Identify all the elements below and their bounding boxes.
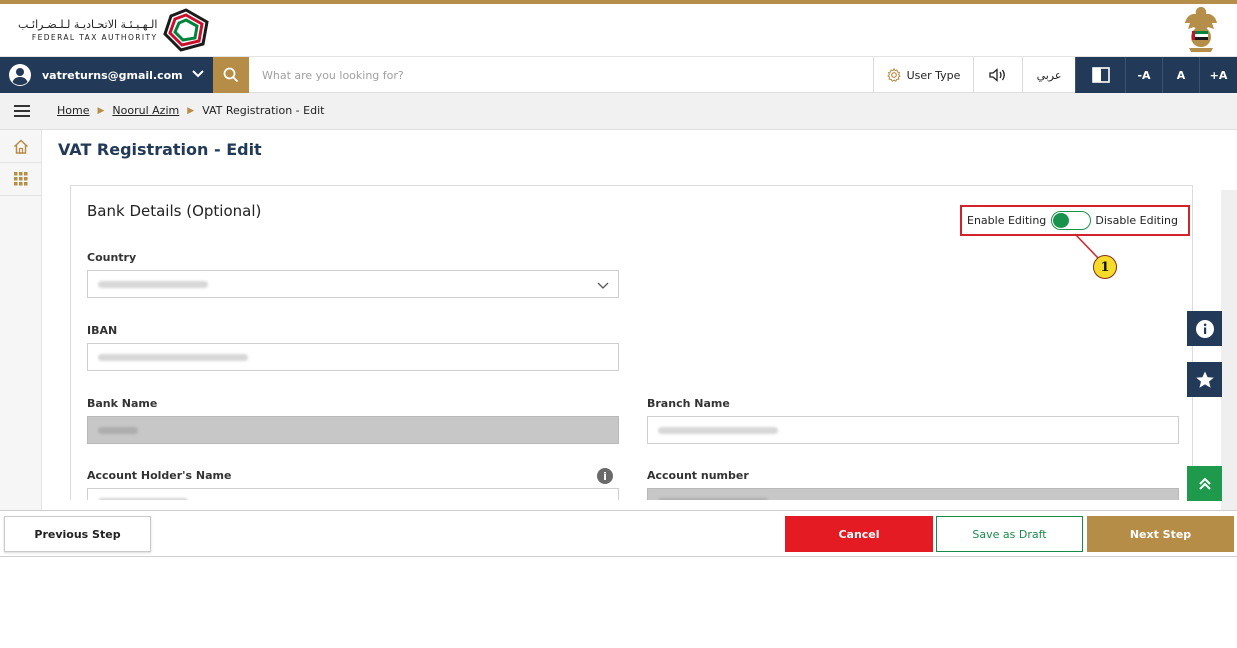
favorite-float-button[interactable] [1187,362,1222,397]
section-title: Bank Details (Optional) [87,202,262,220]
logo-english-text: FEDERAL TAX AUTHORITY [31,33,158,42]
country-select[interactable] [87,270,619,298]
info-icon[interactable]: i [597,468,613,484]
cancel-button[interactable]: Cancel [785,516,933,552]
iban-input[interactable] [87,343,619,371]
side-rail [0,130,42,510]
iban-label: IBAN [87,324,118,337]
search-button[interactable] [213,57,249,93]
country-value-redacted [98,281,208,288]
breadcrumb-separator-icon: ▶ [97,105,105,116]
action-footer: Previous Step Cancel Save as Draft Next … [0,510,1237,557]
editing-toggle-switch[interactable] [1050,211,1091,230]
language-toggle-button[interactable]: عربي [1022,57,1075,93]
account-number-value-redacted [658,498,768,500]
text-to-speech-button[interactable] [973,57,1022,93]
logo-arabic-text: الـهـيـئـة الاتحـاديـة لـلـضـرائـب [18,18,158,31]
grid-icon [14,172,28,186]
disable-editing-label: Disable Editing [1095,214,1178,227]
font-reset-label: A [1176,68,1186,82]
breadcrumb-current: VAT Registration - Edit [202,104,325,117]
search-icon [223,67,239,83]
iban-value-redacted [98,354,248,361]
font-increase-button[interactable]: +A [1199,57,1237,93]
annotation-badge: 1 [1093,255,1117,279]
page-title: VAT Registration - Edit [58,140,262,159]
contrast-toggle-button[interactable] [1075,57,1125,93]
home-icon [13,138,29,154]
hamburger-menu-icon[interactable] [14,105,30,117]
chevron-down-icon [597,282,609,289]
branch-name-input[interactable] [647,416,1179,444]
uae-emblem-icon [1185,7,1217,52]
country-label: Country [87,251,137,264]
breadcrumb-account-link[interactable]: Noorul Azim [112,104,179,117]
branch-name-label: Branch Name [647,397,730,410]
bank-name-input [87,416,619,444]
chevron-down-icon [192,70,204,78]
font-increase-label: +A [1209,68,1228,82]
toggle-knob [1052,213,1069,228]
site-header: الـهـيـئـة الاتحـاديـة لـلـضـرائـب FEDER… [0,4,1237,57]
branch-name-value-redacted [658,427,778,434]
star-icon [1195,371,1214,388]
enable-editing-label: Enable Editing [967,214,1047,227]
double-chevron-up-icon [1198,477,1211,490]
account-number-label: Account number [647,469,749,482]
user-email: vatreturns@gmail.com [42,68,183,82]
account-holder-value-redacted [98,498,188,500]
bank-name-value-redacted [98,427,138,434]
user-menu[interactable]: vatreturns@gmail.com [0,57,213,93]
account-holder-label: Account Holder's Name [87,469,232,482]
bank-details-card: Bank Details (Optional) Enable Editing D… [70,185,1193,500]
font-decrease-label: -A [1137,68,1151,82]
fta-logo-icon [163,8,210,52]
info-float-button[interactable] [1187,311,1222,346]
top-navbar: vatreturns@gmail.com User Type [0,57,1237,93]
account-holder-input[interactable] [87,488,619,500]
breadcrumb-home-link[interactable]: Home [57,104,89,117]
rail-home-button[interactable] [0,130,42,163]
account-number-input [647,488,1179,500]
app-window: الـهـيـئـة الاتحـاديـة لـلـضـرائـب FEDER… [0,0,1237,648]
font-decrease-button[interactable]: -A [1125,57,1162,93]
editing-toggle-group: Enable Editing Disable Editing [960,205,1190,236]
breadcrumb-separator-icon: ▶ [187,105,195,116]
contrast-icon [1091,67,1110,83]
logo-text: الـهـيـئـة الاتحـاديـة لـلـضـرائـب FEDER… [18,18,157,42]
breadcrumb-bar: Home ▶ Noorul Azim ▶ VAT Registration - … [0,93,1237,130]
previous-step-button[interactable]: Previous Step [4,516,151,552]
info-icon [1195,319,1214,338]
search-input[interactable] [262,66,822,84]
arabic-label: عربي [1036,68,1062,82]
speaker-icon [989,68,1005,82]
user-type-label: User Type [906,68,961,82]
scrollbar-track[interactable] [1221,190,1237,510]
bank-name-label: Bank Name [87,397,158,410]
gear-icon [886,68,901,82]
rail-apps-button[interactable] [0,163,42,196]
next-step-button[interactable]: Next Step [1087,516,1234,552]
user-type-button[interactable]: User Type [873,57,973,93]
font-reset-button[interactable]: A [1162,57,1199,93]
scroll-top-button[interactable] [1187,466,1222,501]
breadcrumb: Home ▶ Noorul Azim ▶ VAT Registration - … [57,104,324,117]
save-draft-button[interactable]: Save as Draft [936,516,1083,552]
user-avatar-icon [9,64,31,86]
fta-logo[interactable]: الـهـيـئـة الاتحـاديـة لـلـضـرائـب FEDER… [18,8,210,52]
